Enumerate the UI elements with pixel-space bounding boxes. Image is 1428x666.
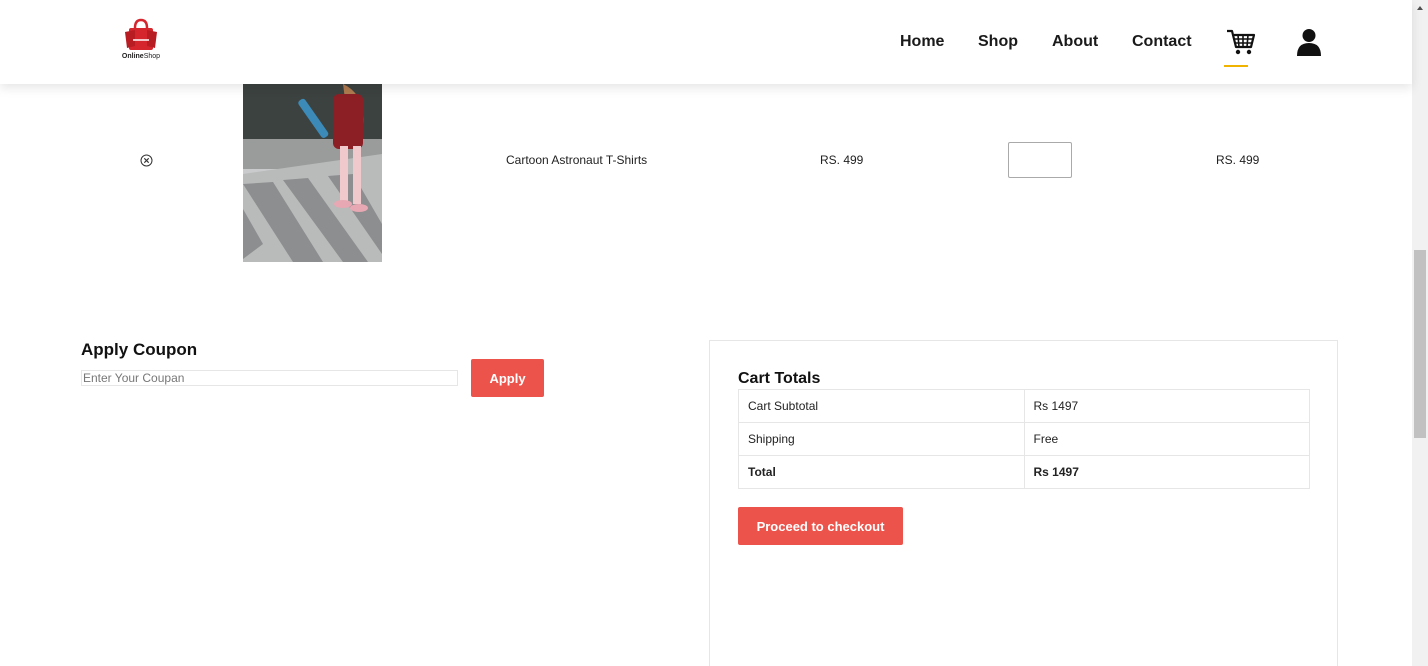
coupon-title: Apply Coupon (81, 340, 198, 359)
cart-totals-title: Cart Totals (738, 370, 821, 387)
apply-coupon-button[interactable]: Apply (471, 359, 544, 397)
shopping-bag-icon (125, 18, 157, 50)
site-logo[interactable]: OnlineShop (113, 18, 169, 64)
totals-value: Free (1023, 422, 1310, 456)
product-subtotal: RS. 499 (1216, 153, 1260, 167)
nav-contact[interactable]: Contact (1132, 33, 1192, 51)
site-header: OnlineShop Home Shop About Contact (0, 0, 1412, 84)
scroll-up-arrow-icon[interactable] (1417, 6, 1423, 10)
totals-table: Cart Subtotal Rs 1497 Shipping Free Tota… (738, 389, 1310, 489)
active-indicator (1224, 65, 1248, 67)
product-price: RS. 499 (820, 153, 864, 167)
cart-totals-panel: Cart Totals Cart Subtotal Rs 1497 Shippi… (709, 340, 1338, 666)
totals-label: Total (738, 455, 1025, 489)
cart-icon[interactable] (1226, 28, 1256, 56)
scrollbar-thumb[interactable] (1414, 250, 1426, 438)
table-row: Cart Subtotal Rs 1497 (738, 389, 1310, 423)
remove-item-icon[interactable] (140, 154, 153, 167)
proceed-to-checkout-button[interactable]: Proceed to checkout (738, 507, 903, 545)
page-scrollbar[interactable] (1412, 0, 1428, 666)
quantity-input[interactable] (1008, 142, 1072, 178)
nav-shop[interactable]: Shop (978, 33, 1018, 51)
product-name: Cartoon Astronaut T-Shirts (506, 153, 648, 167)
coupon-input[interactable] (81, 370, 458, 386)
totals-label: Cart Subtotal (738, 389, 1025, 423)
totals-label: Shipping (738, 422, 1025, 456)
table-row: Shipping Free (738, 422, 1310, 456)
logo-text: OnlineShop (121, 53, 161, 60)
nav-about[interactable]: About (1052, 33, 1098, 51)
totals-value: Rs 1497 (1023, 455, 1310, 489)
user-icon[interactable] (1297, 28, 1321, 56)
product-image (243, 84, 382, 262)
nav-home[interactable]: Home (900, 33, 944, 51)
totals-value: Rs 1497 (1023, 389, 1310, 423)
table-row: Total Rs 1497 (738, 455, 1310, 489)
